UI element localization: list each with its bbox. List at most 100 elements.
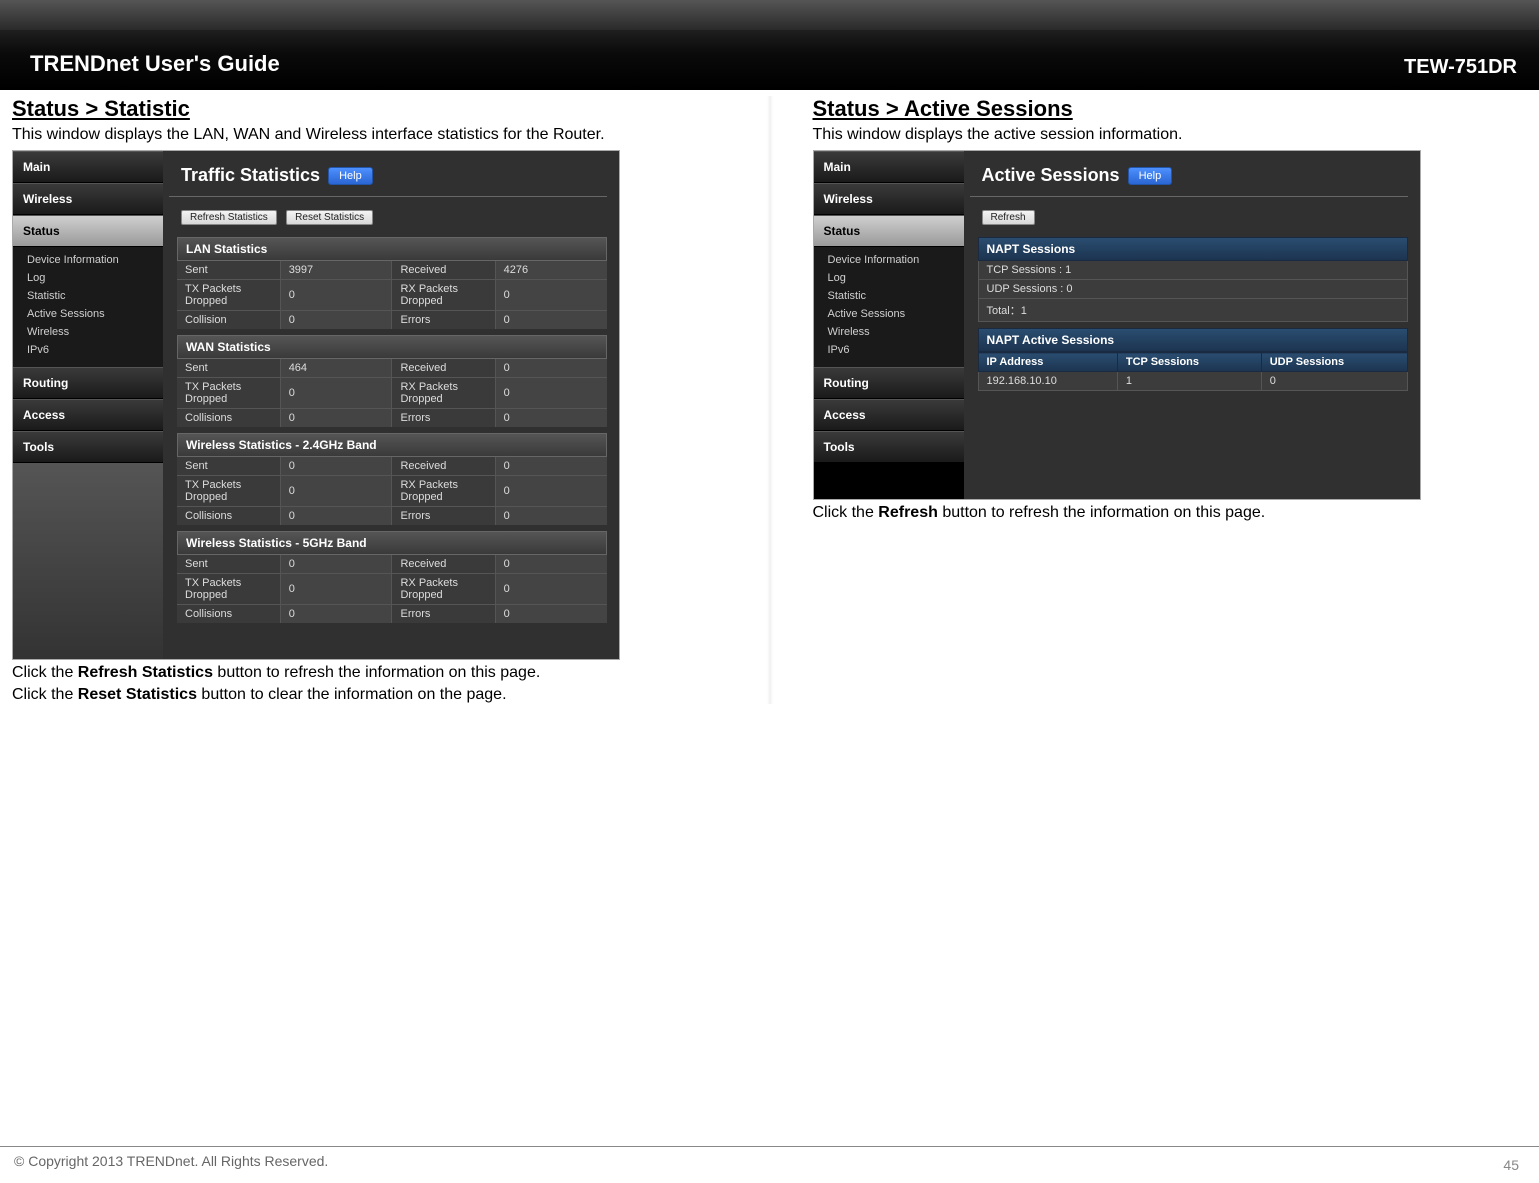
right-instr: Click the Refresh button to refresh the … <box>813 504 1528 522</box>
sub-wireless-r[interactable]: Wireless <box>828 323 964 341</box>
doc-header: TRENDnet User's Guide TEW-751DR <box>0 0 1539 90</box>
left-section-title: Status > Statistic <box>12 96 727 122</box>
w5-err-val: 0 <box>495 605 607 624</box>
sub-ipv6-r[interactable]: IPv6 <box>828 341 964 359</box>
sub-statistic-r[interactable]: Statistic <box>828 287 964 305</box>
w5-stats-table: Sent0Received0 TX Packets Dropped0RX Pac… <box>177 555 607 623</box>
row-ip: 192.168.10.10 <box>978 372 1117 391</box>
right-section-title: Status > Active Sessions <box>813 96 1528 122</box>
napt-sessions-header: NAPT Sessions <box>978 237 1408 261</box>
sidebar-item-status-r[interactable]: Status <box>814 215 964 247</box>
right-column: Status > Active Sessions This window dis… <box>801 96 1539 704</box>
lan-rxdrop-label: RX Packets Dropped <box>392 280 495 311</box>
sub-statistic[interactable]: Statistic <box>27 287 163 305</box>
r-instr-pre: Click the <box>813 504 879 521</box>
wan-coll-val: 0 <box>280 409 392 428</box>
sub-device-info-r[interactable]: Device Information <box>828 251 964 269</box>
wan-rxdrop-val: 0 <box>495 378 607 409</box>
page-number: 45 <box>1503 1157 1519 1173</box>
table-row: 192.168.10.10 1 0 <box>978 372 1407 391</box>
total-sessions-row: Total：1 <box>978 299 1408 322</box>
wan-sent-label: Sent <box>177 359 280 378</box>
help-button[interactable]: Help <box>328 167 373 185</box>
sub-active-sessions[interactable]: Active Sessions <box>27 305 163 323</box>
refresh-button[interactable]: Refresh <box>982 210 1035 225</box>
w5-coll-label: Collisions <box>177 605 280 624</box>
instr2-bold: Reset Statistics <box>78 686 197 703</box>
sidebar-item-status[interactable]: Status <box>13 215 163 247</box>
sub-log-r[interactable]: Log <box>828 269 964 287</box>
column-divider <box>767 96 773 704</box>
th-udp: UDP Sessions <box>1261 353 1407 372</box>
sidebar-item-routing[interactable]: Routing <box>13 367 163 399</box>
sidebar-item-access[interactable]: Access <box>13 399 163 431</box>
napt-active-header: NAPT Active Sessions <box>978 328 1408 352</box>
right-sidebar: Main Wireless Status Device Information … <box>814 151 964 499</box>
refresh-statistics-button[interactable]: Refresh Statistics <box>181 210 277 225</box>
wan-stats-table: Sent464Received0 TX Packets Dropped0RX P… <box>177 359 607 427</box>
w24-coll-label: Collisions <box>177 507 280 526</box>
w5-coll-val: 0 <box>280 605 392 624</box>
reset-statistics-button[interactable]: Reset Statistics <box>286 210 373 225</box>
help-button-r[interactable]: Help <box>1128 167 1173 185</box>
lan-coll-val: 0 <box>280 311 392 330</box>
sub-wireless[interactable]: Wireless <box>27 323 163 341</box>
sub-device-info[interactable]: Device Information <box>27 251 163 269</box>
w5-sent-label: Sent <box>177 555 280 574</box>
sidebar-sub-wrap: Device Information Log Statistic Active … <box>13 247 163 367</box>
sidebar-item-routing-r[interactable]: Routing <box>814 367 964 399</box>
napt-active-table: IP Address TCP Sessions UDP Sessions 192… <box>978 352 1408 391</box>
w5-recv-val: 0 <box>495 555 607 574</box>
sidebar-item-tools[interactable]: Tools <box>13 431 163 463</box>
lan-stats-table: Sent3997Received4276 TX Packets Dropped0… <box>177 261 607 329</box>
footer: © Copyright 2013 TRENDnet. All Rights Re… <box>0 1146 1539 1169</box>
instr2-pre: Click the <box>12 686 78 703</box>
w5-rxdrop-val: 0 <box>495 574 607 605</box>
lan-txdrop-val: 0 <box>280 280 392 311</box>
sub-ipv6[interactable]: IPv6 <box>27 341 163 359</box>
left-instr-2: Click the Reset Statistics button to cle… <box>12 686 727 704</box>
w24-rxdrop-val: 0 <box>495 476 607 507</box>
row-tcp: 1 <box>1117 372 1261 391</box>
right-section-desc: This window displays the active session … <box>813 126 1528 144</box>
instr1-post: button to refresh the information on thi… <box>213 664 540 681</box>
sub-active-sessions-r[interactable]: Active Sessions <box>828 305 964 323</box>
w5-txdrop-label: TX Packets Dropped <box>177 574 280 605</box>
w24-err-val: 0 <box>495 507 607 526</box>
sidebar-item-main[interactable]: Main <box>13 151 163 183</box>
th-ip: IP Address <box>978 353 1117 372</box>
lan-txdrop-label: TX Packets Dropped <box>177 280 280 311</box>
w24-coll-val: 0 <box>280 507 392 526</box>
w5-recv-label: Received <box>392 555 495 574</box>
active-sessions-screenshot: Main Wireless Status Device Information … <box>813 150 1421 500</box>
lan-err-val: 0 <box>495 311 607 330</box>
wan-sent-val: 464 <box>280 359 392 378</box>
w24-recv-val: 0 <box>495 457 607 476</box>
w24-txdrop-label: TX Packets Dropped <box>177 476 280 507</box>
sidebar-item-wireless[interactable]: Wireless <box>13 183 163 215</box>
sidebar-item-wireless-r[interactable]: Wireless <box>814 183 964 215</box>
lan-coll-label: Collision <box>177 311 280 330</box>
w5-rxdrop-label: RX Packets Dropped <box>392 574 495 605</box>
lan-stats-header: LAN Statistics <box>177 237 607 261</box>
lan-sent-label: Sent <box>177 261 280 280</box>
sub-log[interactable]: Log <box>27 269 163 287</box>
r-instr-bold: Refresh <box>878 504 938 521</box>
sidebar-item-access-r[interactable]: Access <box>814 399 964 431</box>
lan-sent-val: 3997 <box>280 261 392 280</box>
lan-err-label: Errors <box>392 311 495 330</box>
instr1-pre: Click the <box>12 664 78 681</box>
instr1-bold: Refresh Statistics <box>78 664 213 681</box>
w24-sent-val: 0 <box>280 457 392 476</box>
stats-main-panel: Traffic Statistics Help Refresh Statisti… <box>163 151 619 659</box>
w5-sent-val: 0 <box>280 555 392 574</box>
sidebar-item-tools-r[interactable]: Tools <box>814 431 964 463</box>
statistics-screenshot: Main Wireless Status Device Information … <box>12 150 620 660</box>
left-section-desc: This window displays the LAN, WAN and Wi… <box>12 126 727 144</box>
lan-recv-label: Received <box>392 261 495 280</box>
sidebar-item-main-r[interactable]: Main <box>814 151 964 183</box>
instr2-post: button to clear the information on the p… <box>197 686 507 703</box>
sidebar-fill <box>13 463 163 659</box>
w5-txdrop-val: 0 <box>280 574 392 605</box>
w5-err-label: Errors <box>392 605 495 624</box>
